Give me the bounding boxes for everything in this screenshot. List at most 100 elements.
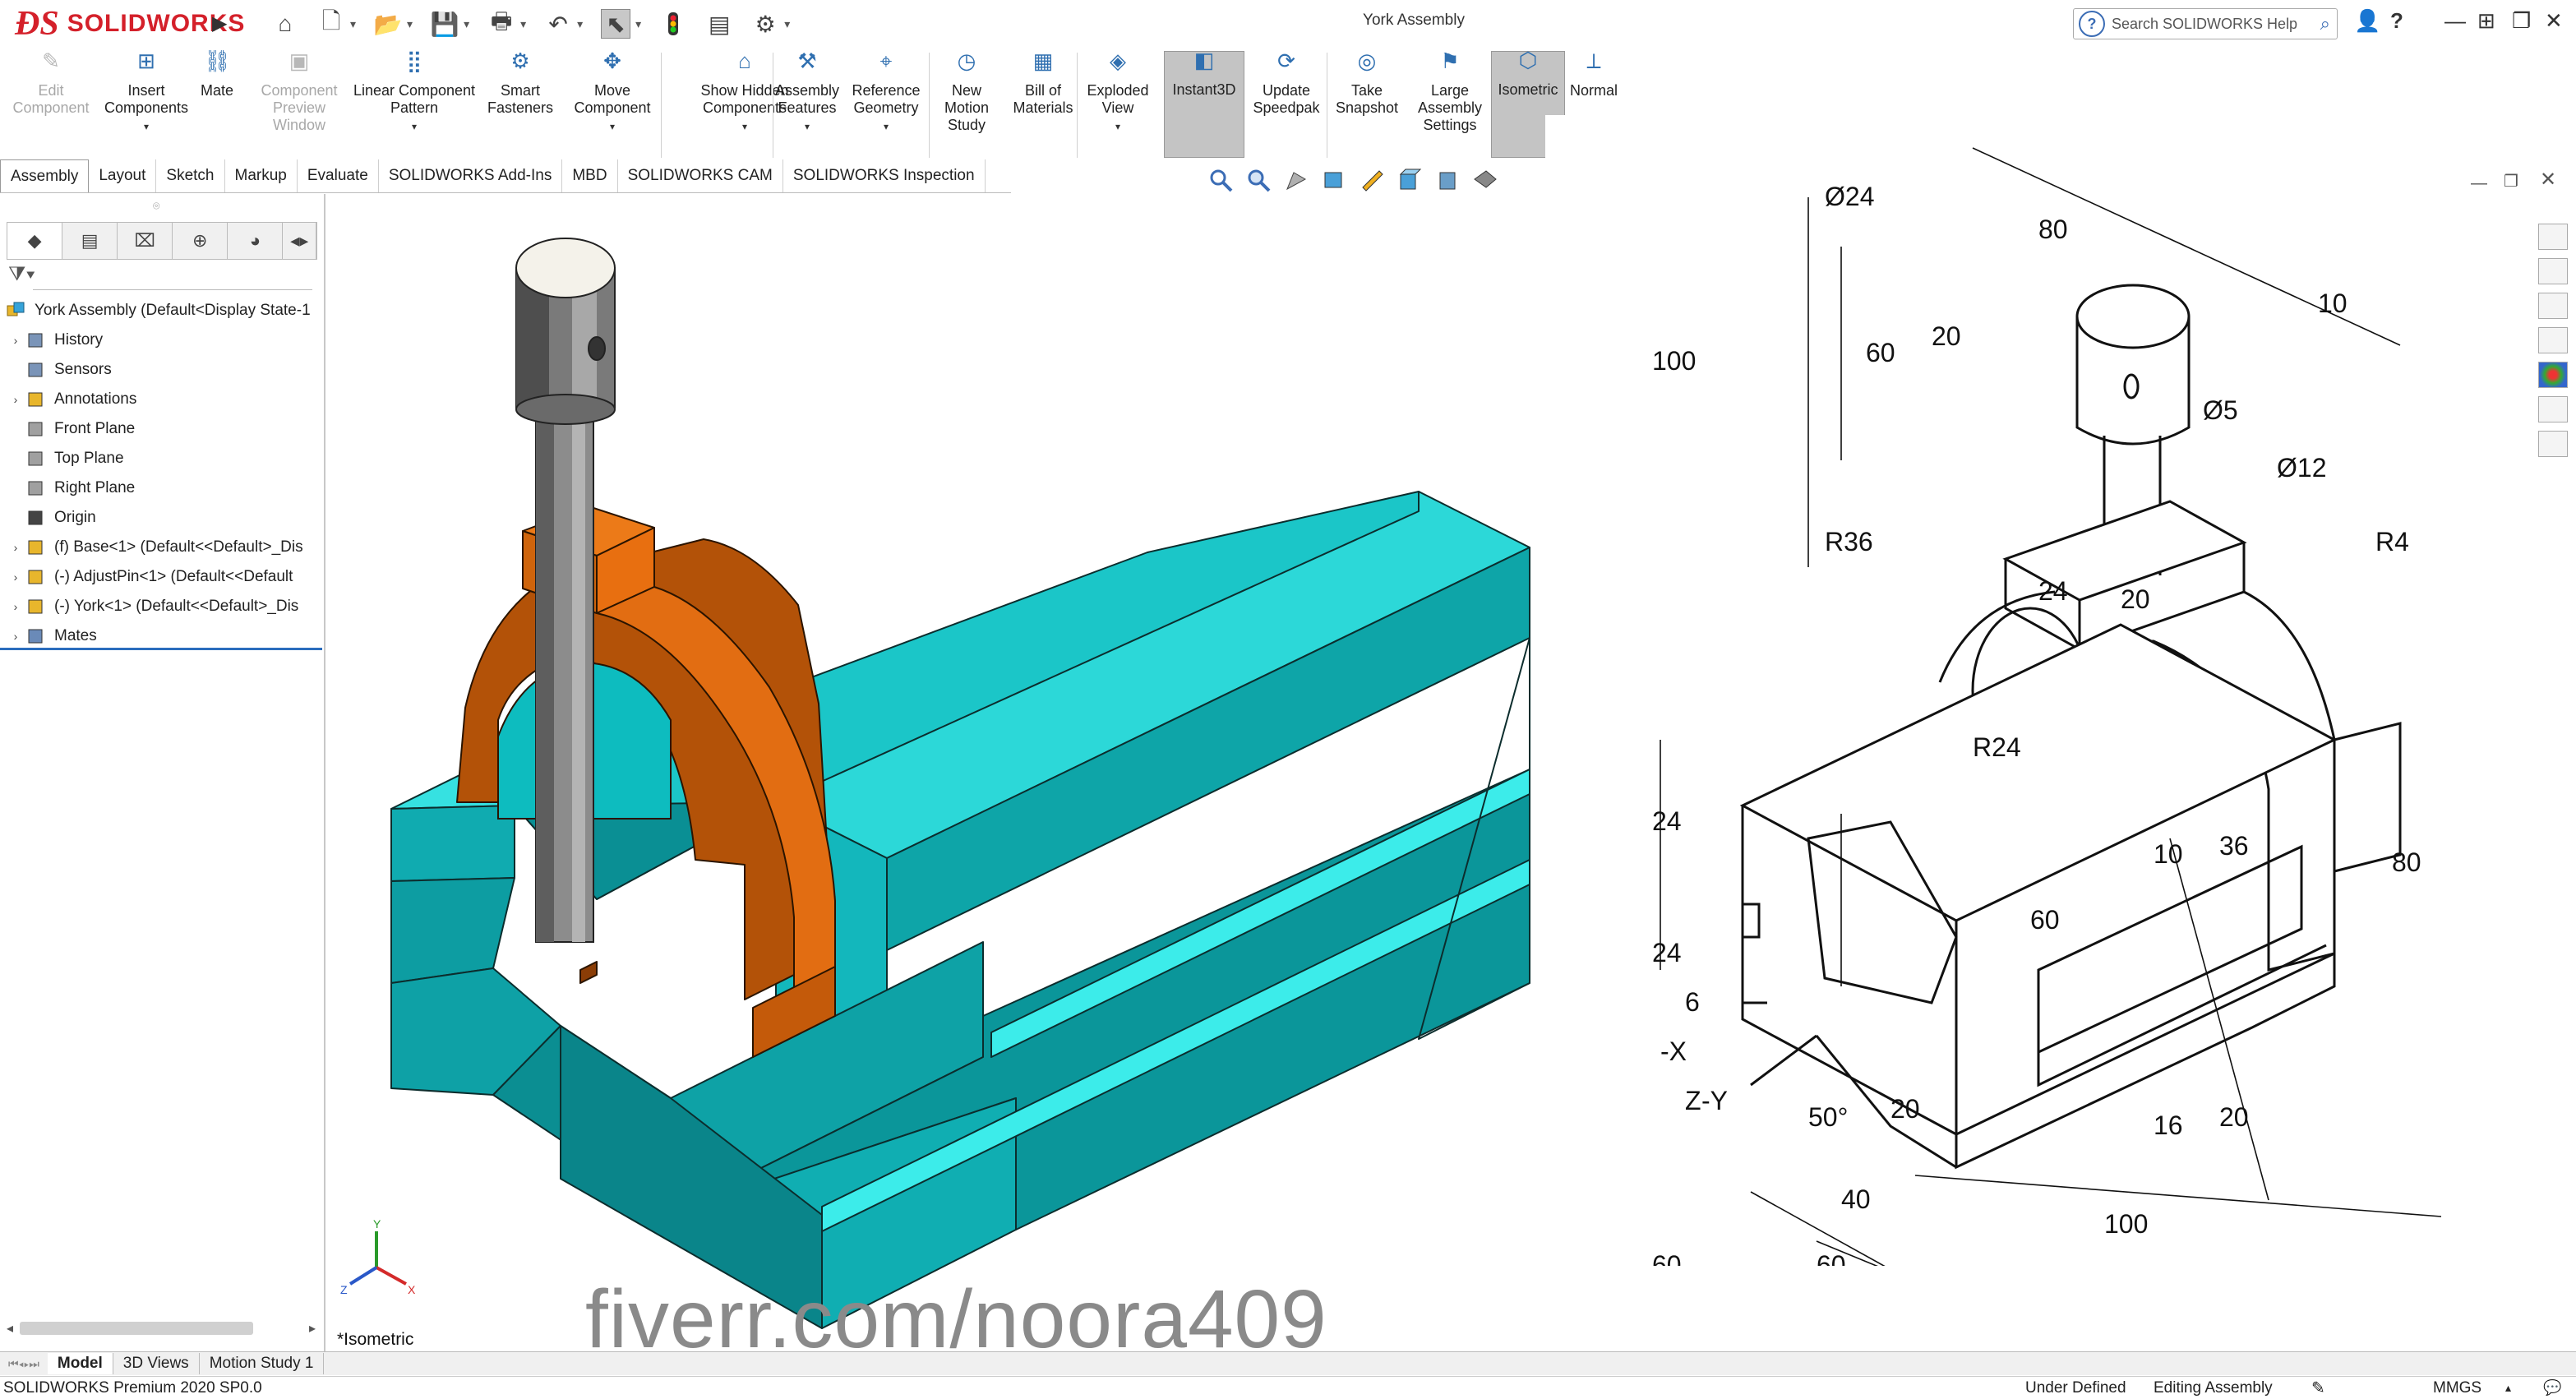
instant3d-button[interactable]: ◧ Instant3D bbox=[1164, 49, 1244, 158]
expand-arrow-icon[interactable]: › bbox=[7, 630, 25, 643]
filter-field[interactable] bbox=[33, 261, 312, 290]
restore-icon[interactable]: ❐ bbox=[2512, 8, 2531, 34]
tree-item-history[interactable]: › History bbox=[0, 326, 322, 355]
exploded-view-button[interactable]: ◈ Exploded View ▾ bbox=[1078, 50, 1157, 136]
custom-properties-icon[interactable] bbox=[2538, 396, 2568, 422]
tree-item-plane[interactable]: Front Plane bbox=[0, 414, 322, 444]
tree-item-part[interactable]: › (f) Base<1> (Default<<Default>_Dis bbox=[0, 533, 322, 562]
chevron-down-icon[interactable]: ▾ bbox=[843, 118, 929, 136]
tab-sketch[interactable]: Sketch bbox=[156, 159, 225, 192]
appearances-icon[interactable] bbox=[2538, 362, 2568, 388]
save-icon[interactable]: 💾 bbox=[431, 10, 459, 38]
new-motion-study-button[interactable]: ◷ New Motion Study bbox=[930, 50, 1003, 134]
chevron-down-icon[interactable]: ▾ bbox=[567, 118, 658, 136]
smart-fasteners-button[interactable]: ⚙ Smart Fasteners bbox=[480, 50, 561, 117]
user-icon[interactable]: 👤 bbox=[2354, 8, 2380, 34]
dynamic-annotation-icon[interactable] bbox=[1360, 168, 1384, 192]
expand-menu-arrow-icon[interactable]: ▶ bbox=[212, 12, 227, 35]
tab-scroll-arrows-icon[interactable]: ⏮◂▸⏭ bbox=[0, 1357, 48, 1371]
search-input[interactable]: ? Search SOLIDWORKS Help ⌕ bbox=[2073, 8, 2338, 39]
edit-component-button[interactable]: ✎ Edit Component bbox=[12, 50, 90, 117]
solidworks-resources-icon[interactable] bbox=[2538, 224, 2568, 250]
file-explorer-icon[interactable] bbox=[2538, 293, 2568, 319]
chevron-down-icon[interactable]: ▾ bbox=[350, 17, 356, 31]
tree-item-mates[interactable]: › Mates bbox=[0, 621, 322, 651]
reference-geometry-button[interactable]: ⌖ Reference Geometry ▾ bbox=[843, 50, 929, 136]
tree-item-part[interactable]: › (-) York<1> (Default<<Default>_Dis bbox=[0, 592, 322, 621]
bottom-tab-3d-views[interactable]: 3D Views bbox=[113, 1353, 200, 1374]
tree-item-origin[interactable]: Origin bbox=[0, 503, 322, 533]
select-pointer-icon[interactable]: ⬉ bbox=[601, 9, 631, 39]
file-properties-icon[interactable]: ▤ bbox=[705, 10, 733, 38]
hide-show-items-icon[interactable] bbox=[1473, 168, 1498, 192]
solidworks-logo[interactable]: ƉS SOLIDWORKS bbox=[15, 5, 245, 43]
expand-arrow-icon[interactable]: › bbox=[7, 334, 25, 347]
rebuild-status-icon[interactable]: ✎ bbox=[2311, 1378, 2325, 1398]
take-snapshot-button[interactable]: ◎ Take Snapshot bbox=[1332, 50, 1402, 117]
unit-system[interactable]: MMGS bbox=[2433, 1379, 2481, 1397]
minimize-icon[interactable]: — bbox=[2444, 8, 2466, 34]
zoom-to-fit-icon[interactable] bbox=[1208, 168, 1233, 192]
tree-item-sensors[interactable]: Sensors bbox=[0, 355, 322, 385]
insert-components-button[interactable]: ⊞ Insert Components ▾ bbox=[100, 50, 192, 136]
search-icon[interactable]: ⌕ bbox=[2320, 13, 2330, 35]
view-palette-icon[interactable] bbox=[2538, 327, 2568, 353]
tab-markup[interactable]: Markup bbox=[225, 159, 298, 192]
help-menu-icon[interactable]: ? bbox=[2390, 8, 2403, 34]
print-icon[interactable]: 🖶 bbox=[487, 8, 515, 38]
chevron-down-icon[interactable]: ▾ bbox=[577, 17, 583, 31]
design-library-icon[interactable] bbox=[2538, 258, 2568, 284]
normal-button[interactable]: ⟂ Normal bbox=[1567, 50, 1621, 99]
drawing-close-icon[interactable]: ✕ bbox=[2540, 168, 2556, 192]
open-folder-icon[interactable]: 📂 bbox=[374, 10, 403, 38]
view-orientation-icon[interactable] bbox=[1397, 168, 1422, 192]
tree-root-assembly[interactable]: York Assembly (Default<Display State-1 bbox=[0, 296, 322, 326]
expand-arrow-icon[interactable]: › bbox=[7, 393, 25, 406]
scroll-thumb[interactable] bbox=[20, 1322, 253, 1335]
chevron-down-icon[interactable]: ▾ bbox=[345, 118, 483, 136]
bottom-tab-motion-study-1[interactable]: Motion Study 1 bbox=[200, 1353, 325, 1374]
tab-solidworks-add-ins[interactable]: SOLIDWORKS Add-Ins bbox=[379, 159, 563, 192]
home-icon[interactable]: ⌂ bbox=[271, 10, 299, 38]
horizontal-scrollbar[interactable]: ◂ ▸ bbox=[0, 1318, 322, 1338]
move-component-button[interactable]: ✥ Move Component ▾ bbox=[567, 50, 658, 136]
linear-component-pattern-button[interactable]: ⣿ Linear Component Pattern ▾ bbox=[345, 50, 483, 136]
panel-grip-icon[interactable]: ⌾ bbox=[153, 199, 159, 213]
component-preview-window-button[interactable]: ▣ Component Preview Window bbox=[248, 50, 350, 134]
chevron-up-icon[interactable]: ▴ bbox=[2505, 1381, 2511, 1395]
scroll-right-icon[interactable]: ▸ bbox=[302, 1320, 322, 1337]
tab-solidworks-cam[interactable]: SOLIDWORKS CAM bbox=[618, 159, 783, 192]
tree-item-part[interactable]: › (-) AdjustPin<1> (Default<<Default bbox=[0, 562, 322, 592]
chevron-down-icon[interactable]: ▾ bbox=[464, 17, 469, 31]
forum-icon[interactable] bbox=[2538, 431, 2568, 457]
expand-arrow-icon[interactable]: › bbox=[7, 541, 25, 554]
chevron-down-icon[interactable]: ▾ bbox=[407, 17, 413, 31]
undo-icon[interactable]: ↶ bbox=[544, 10, 572, 38]
bottom-tab-model[interactable]: Model bbox=[47, 1353, 113, 1374]
scroll-tabs-arrows-icon[interactable]: ◂▸ bbox=[283, 223, 317, 259]
drawing-restore-icon[interactable]: ❐ bbox=[2504, 171, 2518, 192]
chevron-down-icon[interactable]: ▾ bbox=[520, 17, 526, 31]
section-view-icon[interactable] bbox=[1322, 168, 1346, 192]
close-icon[interactable]: ✕ bbox=[2545, 8, 2563, 34]
display-manager-icon[interactable]: ◕ bbox=[228, 223, 284, 259]
chevron-down-icon[interactable]: ▾ bbox=[635, 17, 641, 31]
drawing-minimize-icon[interactable]: — bbox=[2471, 174, 2487, 193]
expand-arrow-icon[interactable]: › bbox=[7, 570, 25, 584]
featuremanager-tree-icon[interactable]: ◆ bbox=[7, 223, 63, 259]
scroll-left-icon[interactable]: ◂ bbox=[0, 1320, 20, 1337]
graphics-viewport[interactable]: Y X Z bbox=[325, 194, 1550, 1357]
bill-of-materials-button[interactable]: ▦ Bill of Materials bbox=[1008, 50, 1078, 117]
filter-icon[interactable]: ⧩▾ bbox=[8, 263, 35, 286]
configuration-manager-icon[interactable]: ⌧ bbox=[118, 223, 173, 259]
zoom-to-area-icon[interactable] bbox=[1246, 168, 1271, 192]
large-assembly-settings-button[interactable]: ⚑ Large Assembly Settings bbox=[1409, 50, 1491, 134]
status-comment-icon[interactable]: 💬 bbox=[2543, 1379, 2561, 1397]
chevron-down-icon[interactable]: ▾ bbox=[769, 118, 845, 136]
tree-item-plane[interactable]: Right Plane bbox=[0, 473, 322, 503]
rebuild-traffic-light-icon[interactable] bbox=[659, 10, 687, 38]
chevron-down-icon[interactable]: ▾ bbox=[100, 118, 192, 136]
assembly-features-button[interactable]: ⚒ Assembly Features ▾ bbox=[769, 50, 845, 136]
previous-view-icon[interactable] bbox=[1284, 168, 1309, 192]
display-style-icon[interactable] bbox=[1435, 168, 1460, 192]
